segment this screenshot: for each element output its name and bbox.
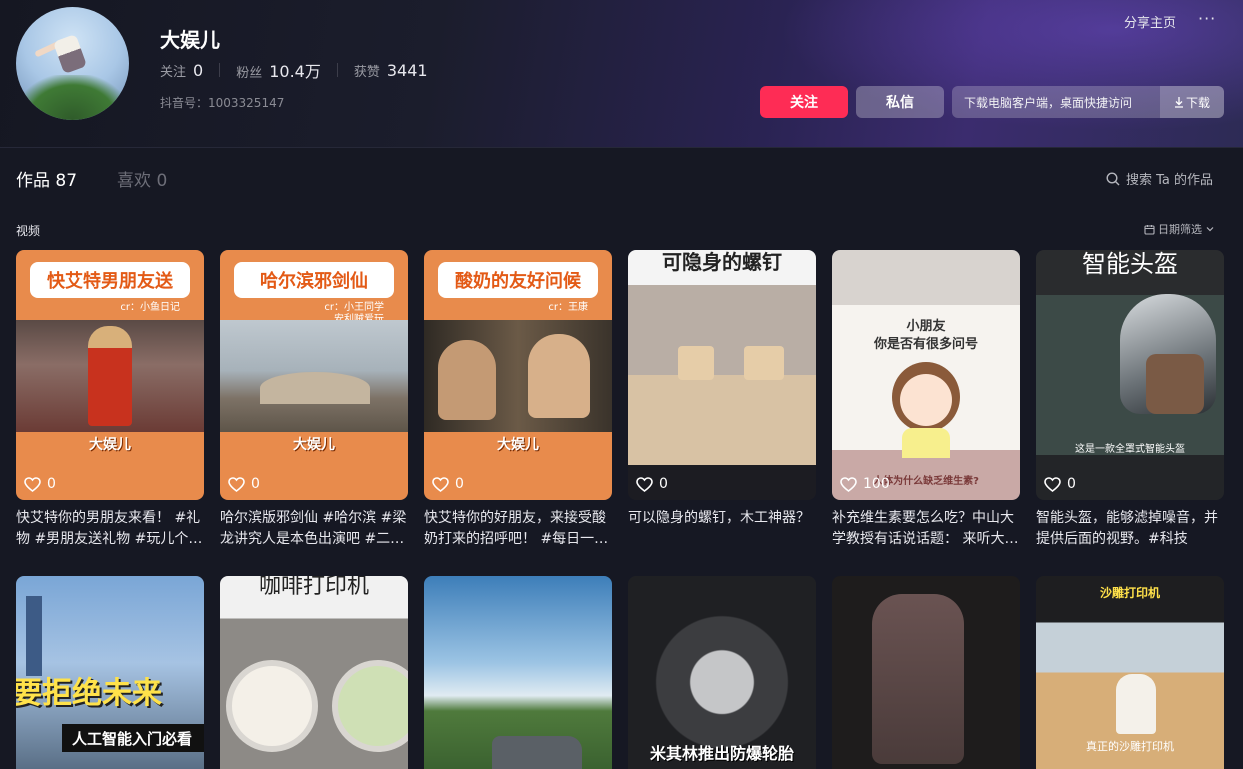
heart-icon <box>24 476 41 492</box>
date-filter-label: 日期筛选 <box>1158 223 1202 236</box>
download-client-banner[interactable]: 下载电脑客户端，桌面快捷访问 下载 <box>952 86 1224 118</box>
stat-fans[interactable]: 粉丝 10.4万 <box>236 58 321 82</box>
like-count: 0 <box>24 476 56 492</box>
avatar[interactable] <box>16 7 129 120</box>
video-thumbnail[interactable] <box>832 576 1020 769</box>
heart-icon <box>1044 476 1061 492</box>
stat-fans-value: 10.4万 <box>269 62 321 81</box>
video-thumbnail[interactable]: 哈尔滨邪剑仙 cr：小王同学 安利贼爱玩 大娱儿 0 <box>220 250 408 500</box>
thumbnail-subtitle: 真正的沙雕打印机 <box>1086 740 1174 753</box>
follow-button[interactable]: 关注 <box>760 86 848 118</box>
thumbnail-photo <box>16 320 204 432</box>
like-count: 0 <box>228 476 260 492</box>
video-thumbnail[interactable]: 可隐身的螺钉 0 <box>628 250 816 500</box>
video-thumbnail[interactable]: 酸奶的友好问候 cr：王康 大娱儿 0 <box>424 250 612 500</box>
thumbnail-overlay-text: 米其林推出防爆轮胎 <box>649 744 794 763</box>
like-count: 0 <box>432 476 464 492</box>
thumbnail-overlay-text: 沙雕打印机 <box>1099 586 1160 600</box>
thumbnail-caption: 哈尔滨邪剑仙 <box>234 262 394 298</box>
like-count-value: 0 <box>47 476 56 492</box>
video-thumbnail[interactable]: 快艾特男朋友送 cr：小鱼日记 大娱儿 0 <box>16 250 204 500</box>
heart-icon <box>636 476 653 492</box>
video-title[interactable]: 快艾特你的男朋友来看！ #礼物 #男朋友送礼物 #玩儿个… <box>16 508 204 552</box>
thumbnail-overlay-text: 要拒绝未来 <box>16 676 162 711</box>
tab-likes[interactable]: 喜欢 0 <box>117 166 167 191</box>
video-thumbnail[interactable]: 要拒绝未来 人工智能入门必看 <box>16 576 204 769</box>
chevron-down-icon <box>1206 227 1214 232</box>
download-button-label: 下载 <box>1185 95 1210 110</box>
tab-works[interactable]: 作品 87 <box>16 166 77 191</box>
stat-divider <box>219 63 221 77</box>
profile-tabs: 作品 87 喜欢 0 <box>16 166 167 191</box>
video-title[interactable]: 快艾特你的好朋友，来接受酸奶打来的招呼吧！ #每日一… <box>424 508 612 552</box>
video-thumbnail[interactable]: 米其林推出防爆轮胎 <box>628 576 816 769</box>
avatar-grass <box>16 75 129 120</box>
video-thumbnail[interactable] <box>424 576 612 769</box>
like-count: 0 <box>636 476 668 492</box>
like-count-value: 0 <box>455 476 464 492</box>
thumbnail-credit: cr：王康 <box>548 302 588 313</box>
stat-likes-value: 3441 <box>386 60 428 80</box>
video-title[interactable]: 补充维生素要怎么吃？中山大学教授有话说话题： 来听大… <box>832 508 1020 552</box>
video-thumbnail[interactable]: 智能头盔 这是一款全罩式智能头盔 0 <box>1036 250 1224 500</box>
heart-icon <box>840 476 857 492</box>
download-button[interactable]: 下载 <box>1160 86 1224 118</box>
thumbnail-logo: 大娱儿 <box>293 437 335 453</box>
stat-likes: 获赞 3441 <box>354 61 428 80</box>
profile-stats: 关注 0 粉丝 10.4万 获赞 3441 <box>160 58 428 82</box>
video-thumbnail[interactable]: 小朋友 你是否有很多问号 人体为什么缺乏维生素? 100 <box>832 250 1020 500</box>
stat-following-value: 0 <box>193 60 204 80</box>
download-client-text: 下载电脑客户端，桌面快捷访问 <box>964 95 1133 110</box>
search-works[interactable]: 搜索 Ta 的作品 <box>1106 169 1213 188</box>
calendar-icon <box>1144 224 1155 235</box>
thumbnail-caption: 酸奶的友好问候 <box>438 262 598 298</box>
profile-name: 大娱儿 <box>160 28 220 52</box>
like-count-value: 0 <box>251 476 260 492</box>
video-thumbnail[interactable]: 沙雕打印机 真正的沙雕打印机 <box>1036 576 1224 769</box>
thumbnail-logo: 大娱儿 <box>89 437 131 453</box>
thumbnail-logo: 大娱儿 <box>497 437 539 453</box>
date-filter-dropdown[interactable]: 日期筛选 <box>1144 221 1215 237</box>
like-count: 100 <box>840 476 890 492</box>
search-icon <box>1106 171 1120 185</box>
douyin-id: 抖音号：1003325147 <box>160 96 285 110</box>
thumbnail-caption: 快艾特男朋友送 <box>30 262 190 298</box>
thumbnail-subtitle: 人工智能入门必看 <box>72 730 193 748</box>
heart-icon <box>228 476 245 492</box>
heart-icon <box>432 476 449 492</box>
like-count-value: 100 <box>863 476 890 492</box>
stat-fans-label: 粉丝 <box>236 66 263 81</box>
download-icon <box>1174 96 1183 108</box>
stat-following[interactable]: 关注 0 <box>160 61 203 80</box>
video-title[interactable]: 智能头盔，能够滤掉噪音，并提供后面的视野。#科技 <box>1036 508 1224 552</box>
avatar-figure <box>52 33 88 75</box>
video-title[interactable]: 可以隐身的螺钉，木工神器？ <box>628 508 816 552</box>
stat-likes-label: 获赞 <box>353 64 380 80</box>
video-title[interactable]: 哈尔滨版邪剑仙 #哈尔滨 #梁龙讲究人是本色出演吧 #二… <box>220 508 408 552</box>
thumbnail-overlay-text: 咖啡打印机 <box>258 576 369 599</box>
stat-divider <box>336 63 338 77</box>
thumbnail-credit: cr：小鱼日记 <box>120 302 180 313</box>
share-profile-link[interactable]: 分享主页 <box>1124 12 1176 31</box>
thumbnail-overlay-text: 小朋友 你是否有很多问号 <box>873 319 978 352</box>
search-works-label: 搜索 Ta 的作品 <box>1126 173 1214 188</box>
stat-following-label: 关注 <box>160 64 187 80</box>
thumbnail-photo <box>424 320 612 432</box>
like-count-value: 0 <box>659 476 668 492</box>
thumbnail-subtitle: 这是一款全罩式智能头盔 <box>1075 444 1185 455</box>
thumbnail-photo <box>220 320 408 432</box>
video-thumbnail[interactable]: 咖啡打印机 <box>220 576 408 769</box>
like-count-value: 0 <box>1067 476 1076 492</box>
like-count: 0 <box>1044 476 1076 492</box>
thumbnail-overlay-text: 智能头盔 <box>1082 250 1178 278</box>
section-label-videos: 视频 <box>16 224 41 238</box>
message-button[interactable]: 私信 <box>856 86 944 118</box>
thumbnail-overlay-text: 可隐身的螺钉 <box>662 250 782 274</box>
more-icon[interactable]: ··· <box>1198 9 1216 28</box>
